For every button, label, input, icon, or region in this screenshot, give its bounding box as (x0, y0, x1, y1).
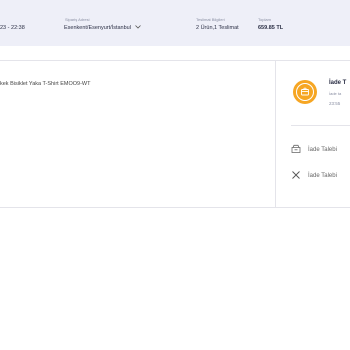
delivery-info-value: 2 Ürün,1 Teslimat (196, 25, 239, 31)
order-address[interactable]: Sipariş Adresi Esenkent/Esenyurt/İstanbu… (64, 17, 141, 31)
return-status-description: İade ta (329, 91, 342, 96)
order-total: Toplam 659.85 TL (258, 17, 283, 31)
section-divider (0, 60, 350, 61)
action-divider (291, 125, 350, 126)
return-status-title: İade T (329, 80, 347, 86)
receipt-icon (291, 141, 301, 159)
return-status-time: 23:55 (329, 101, 341, 106)
delivery-info-label: Teslimat Bilgileri (196, 17, 225, 22)
column-divider (275, 60, 276, 208)
order-total-value: 659.85 TL (258, 25, 284, 31)
return-request-action[interactable]: İade Talebi (291, 141, 337, 159)
order-address-label: Sipariş Adresi (65, 17, 90, 22)
chevron-down-icon[interactable] (134, 25, 141, 31)
section-divider (0, 207, 350, 208)
order-address-value-row[interactable]: Esenkent/Esenyurt/İstanbul (64, 25, 141, 31)
order-summary-header: . 23 - 22:38 Sipariş Adresi Esenkent/Ese… (0, 0, 350, 46)
order-address-value: Esenkent/Esenyurt/İstanbul (64, 25, 131, 31)
return-status-icon (293, 80, 317, 104)
order-date: . 23 - 22:38 (0, 17, 25, 31)
order-date-value: 23 - 22:38 (0, 25, 25, 31)
close-icon (291, 167, 301, 185)
delivery-info: Teslimat Bilgileri 2 Ürün,1 Teslimat (196, 17, 239, 31)
cancel-return-request-action[interactable]: İade Talebi (291, 167, 337, 185)
return-request-label: İade Talebi (308, 147, 337, 153)
product-name[interactable]: kek Bisiklet Yaka T-Shirt EMOO9-WT (0, 81, 90, 87)
cancel-return-request-label: İade Talebi (308, 173, 337, 179)
order-total-label: Toplam (258, 17, 271, 22)
